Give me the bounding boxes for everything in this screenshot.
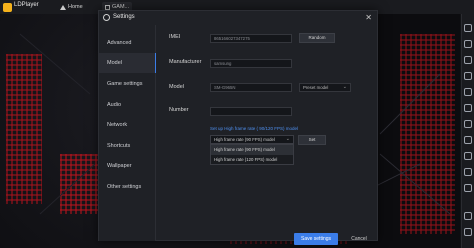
nav-item-model[interactable]: Model xyxy=(99,53,156,73)
cancel-button[interactable]: Cancel xyxy=(343,233,375,245)
shared-folder-icon[interactable] xyxy=(464,120,472,128)
preset-model-value: Preset model xyxy=(303,85,329,90)
close-icon[interactable]: ✕ xyxy=(365,13,372,22)
save-settings-button[interactable]: Save settings xyxy=(294,233,338,245)
model-label: Model xyxy=(169,84,184,90)
high-fps-setup-link[interactable]: Set up High frame rate ( 90/120 FPS) mod… xyxy=(210,126,298,131)
fps-option-120[interactable]: High frame rate (120 FPS) model xyxy=(211,155,293,165)
home-icon xyxy=(60,4,66,10)
model-settings-panel: IMEI 865166027347275 Random Manufacturer… xyxy=(157,25,377,241)
fps-set-button[interactable]: Set xyxy=(298,135,326,145)
preset-model-select[interactable]: Preset model ⌄ xyxy=(299,83,351,92)
fullscreen-icon[interactable] xyxy=(464,88,472,96)
nav-item-advanced[interactable]: Advanced xyxy=(99,33,156,53)
fps-option-90[interactable]: High frame rate (90 FPS) model xyxy=(211,145,293,155)
menu-icon[interactable] xyxy=(464,228,472,236)
host-tab-home[interactable]: Home xyxy=(57,2,86,12)
chevron-down-icon: ⌄ xyxy=(285,136,290,142)
keyboard-icon[interactable] xyxy=(464,24,472,32)
ldplayer-logo-icon xyxy=(3,3,12,12)
record-icon[interactable] xyxy=(464,136,472,144)
nav-item-audio[interactable]: Audio xyxy=(99,95,156,115)
settings-dialog: Settings ✕ Advanced Model Game settings … xyxy=(98,10,378,245)
nav-item-wallpaper[interactable]: Wallpaper xyxy=(99,156,156,176)
nav-item-network[interactable]: Network xyxy=(99,115,156,135)
fps-model-value: High frame rate (90 FPS) model xyxy=(214,137,275,142)
random-imei-button[interactable]: Random xyxy=(299,33,335,43)
fps-model-dropdown: High frame rate (90 FPS) model High fram… xyxy=(210,144,294,165)
manufacturer-label: Manufacturer xyxy=(169,59,202,65)
fps-model-select[interactable]: High frame rate (90 FPS) model ⌄ xyxy=(210,135,294,144)
gear-icon xyxy=(103,14,110,21)
operation-record-icon[interactable] xyxy=(464,168,472,176)
nav-item-game-settings[interactable]: Game settings xyxy=(99,74,156,94)
nav-item-other-settings[interactable]: Other settings xyxy=(99,177,156,197)
screenshot-icon[interactable] xyxy=(464,40,472,48)
imei-label: IMEI xyxy=(169,34,181,40)
chevron-down-icon: ⌄ xyxy=(342,84,347,90)
nav-item-shortcuts[interactable]: Shortcuts xyxy=(99,136,156,156)
rotate-icon[interactable] xyxy=(464,72,472,80)
number-label: Number xyxy=(169,107,189,113)
host-right-toolbar xyxy=(461,14,474,248)
volume-icon[interactable] xyxy=(464,56,472,64)
game-tab-icon xyxy=(105,4,110,10)
sync-icon[interactable] xyxy=(464,152,472,160)
imei-field[interactable]: 865166027347275 xyxy=(210,34,292,43)
host-tab-home-label: Home xyxy=(68,4,83,10)
host-app-title: LDPlayer xyxy=(14,2,39,8)
number-field[interactable] xyxy=(210,107,292,116)
add-apk-icon[interactable] xyxy=(464,104,472,112)
settings-nav: Advanced Model Game settings Audio Netwo… xyxy=(99,25,156,241)
model-field[interactable]: SM-G965N xyxy=(210,83,292,92)
dialog-header: Settings ✕ xyxy=(99,11,377,25)
manufacturer-field[interactable]: samsung xyxy=(210,59,292,68)
more-icon[interactable] xyxy=(464,184,472,192)
dialog-title: Settings xyxy=(113,14,135,20)
back-icon[interactable] xyxy=(464,212,472,220)
